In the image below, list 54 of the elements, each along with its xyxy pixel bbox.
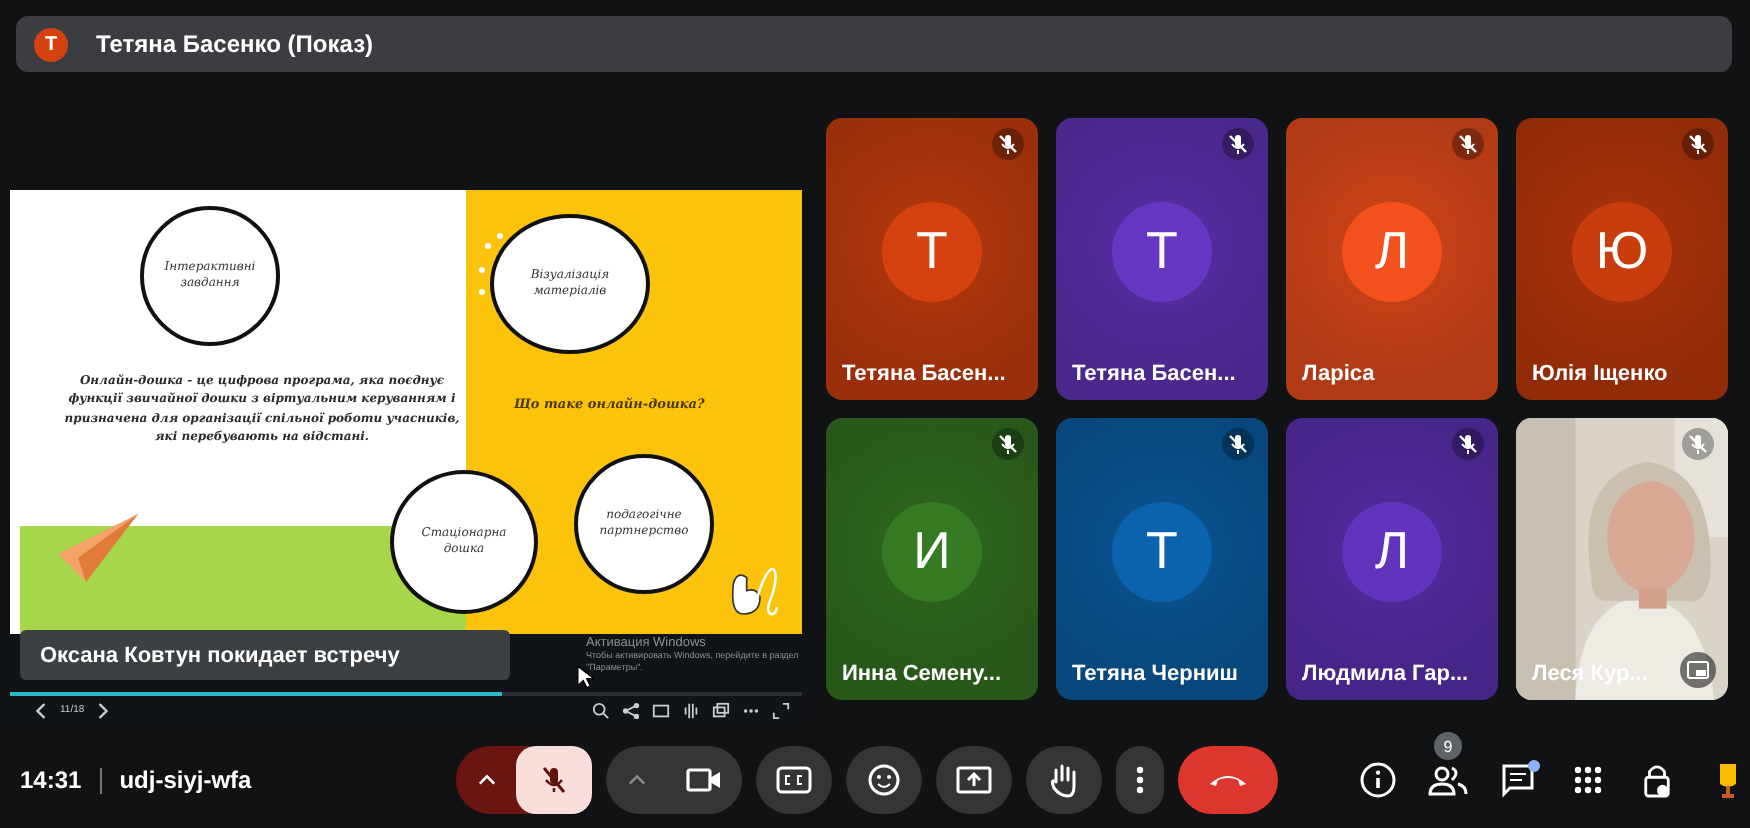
reactions-button[interactable]	[846, 746, 922, 814]
participant-avatar: Л	[1342, 201, 1442, 301]
more-icon	[1136, 764, 1144, 796]
next-icon[interactable]	[96, 701, 111, 719]
leave-notification: Оксана Ковтун покидает встречу	[20, 630, 510, 680]
bulb-icon	[1715, 760, 1739, 800]
caret-icon	[627, 774, 645, 786]
present-button[interactable]	[936, 746, 1012, 814]
mic-off-icon	[538, 764, 570, 796]
participant-name: Ларіса	[1302, 362, 1375, 386]
presenter-avatar: Т	[34, 27, 68, 61]
captions-icon	[776, 766, 812, 794]
participant-avatar: Л	[1342, 501, 1442, 601]
meeting-code: udj-siyj-wfa	[119, 766, 252, 794]
captions-button[interactable]	[756, 746, 832, 814]
presenter-name: Тетяна Басенко (Показ)	[96, 30, 374, 58]
participant-avatar: Т	[1112, 501, 1212, 601]
screen-icon[interactable]	[652, 701, 670, 719]
info-icon	[1359, 762, 1395, 798]
lock-icon	[1642, 761, 1672, 799]
apps-grid-icon	[1571, 764, 1603, 796]
leave-call-button[interactable]	[1178, 746, 1278, 814]
people-icon	[1427, 764, 1467, 796]
audio-icon[interactable]	[682, 701, 700, 719]
more-options-button[interactable]	[1116, 746, 1164, 814]
microphone-button[interactable]	[516, 746, 592, 814]
present-icon	[956, 766, 992, 794]
participant-count: 9	[1434, 732, 1462, 760]
participant-name: Юлія Іщенко	[1532, 362, 1668, 386]
participant-avatar: Ю	[1572, 201, 1672, 301]
participant-name: Людмила Гар...	[1302, 662, 1469, 686]
camera-icon	[686, 766, 722, 794]
hand-icon	[1048, 762, 1080, 798]
decorative-dots	[476, 230, 508, 298]
phone-icon	[1208, 772, 1248, 788]
participant-avatar: Т	[882, 201, 982, 301]
participant-name: Тетяна Басен...	[842, 362, 1006, 386]
raise-hand-button[interactable]	[1026, 746, 1102, 814]
meeting-time: 14:31	[20, 766, 82, 794]
windows-icon[interactable]	[712, 701, 730, 719]
previous-icon[interactable]	[34, 701, 48, 719]
participant-avatar: И	[882, 501, 982, 601]
caret-icon	[477, 774, 495, 786]
picture-in-picture-icon[interactable]	[1680, 652, 1716, 688]
chat-icon	[1499, 762, 1535, 798]
emoji-icon	[868, 764, 900, 796]
participant-avatar: Т	[1112, 201, 1212, 301]
share-icon[interactable]	[622, 701, 640, 719]
zoom-icon[interactable]	[592, 701, 610, 719]
fullscreen-icon[interactable]	[772, 701, 790, 719]
paper-plane-icon	[58, 514, 138, 582]
participant-name: Тетяна Черниш	[1072, 662, 1238, 686]
participant-name: Тетяна Басен...	[1072, 362, 1236, 386]
participant-name: Инна Семену...	[842, 662, 1002, 686]
